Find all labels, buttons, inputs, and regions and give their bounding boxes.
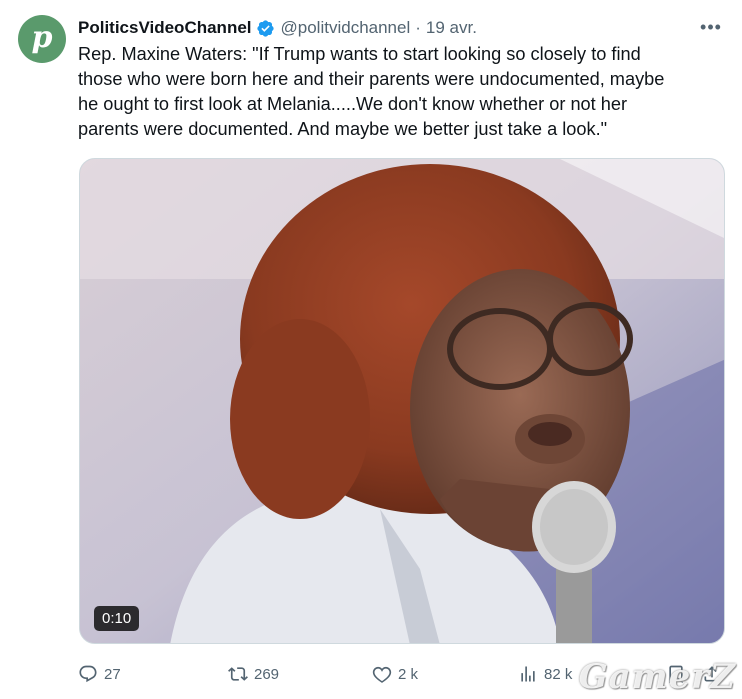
reply-count: 27 [104,665,121,683]
heart-icon [372,666,392,683]
retweet-button[interactable]: 269 [228,664,279,684]
more-options-button[interactable]: ••• [698,16,724,38]
watermark-logo: GamerZ [578,657,736,697]
avatar-letter: p [31,20,53,55]
views-count: 82 k [544,665,573,683]
tweet-text: Rep. Maxine Waters: "If Trump wants to s… [78,44,665,139]
views-chart-icon [521,666,535,682]
timestamp[interactable]: 19 avr. [426,18,477,38]
video-player[interactable]: 0:10 [79,158,725,644]
like-button[interactable]: 2 k [372,664,418,684]
retweet-count: 269 [254,665,280,683]
avatar[interactable]: p [18,15,66,63]
video-frame [80,159,724,643]
separator: · [415,18,421,37]
verified-badge-icon [256,19,275,38]
handle[interactable]: @politvidchannel [281,18,411,38]
views-button[interactable]: 82 k [518,664,572,684]
reply-button[interactable]: 27 [78,664,121,684]
like-count: 2 k [398,665,419,683]
retweet-icon [228,667,248,681]
tweet-header: PoliticsVideoChannel @politvidchannel · … [78,16,724,40]
video-duration: 0:10 [94,606,140,631]
reply-icon [79,665,97,683]
display-name[interactable]: PoliticsVideoChannel [78,18,252,38]
